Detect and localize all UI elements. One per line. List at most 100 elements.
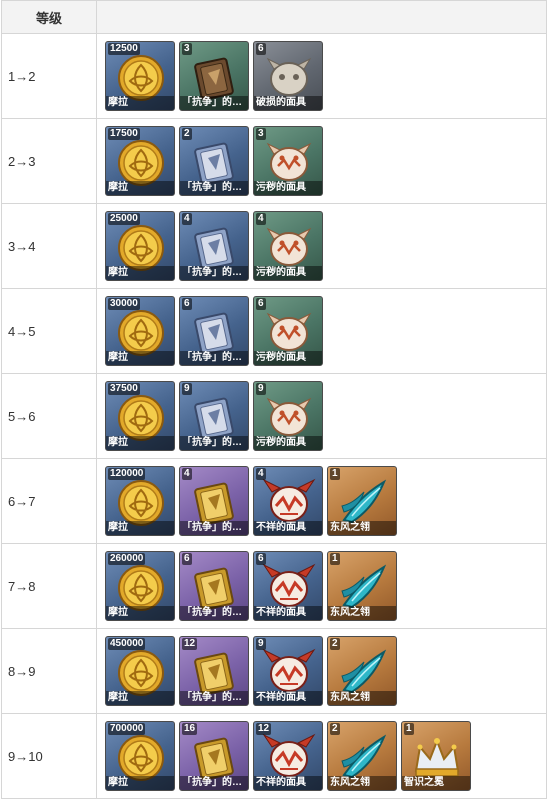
material-count: 260000	[108, 553, 146, 565]
material-card[interactable]: 2 「抗争」的…	[179, 126, 249, 196]
material-card[interactable]: 30000 摩拉	[105, 296, 175, 366]
table-body: 1→2 12500 摩拉 3 「抗争」的… 6 破损的面具 2→3 17500 摩拉 2 「抗争」的……	[1, 33, 547, 799]
material-name: 「抗争」的…	[180, 96, 248, 110]
material-count: 12	[256, 723, 272, 735]
table-header-row: 等级	[1, 0, 547, 34]
material-card[interactable]: 12500 摩拉	[105, 41, 175, 111]
material-card[interactable]: 260000 摩拉	[105, 551, 175, 621]
materials-cell: 17500 摩拉 2 「抗争」的… 3 污秽的面具	[96, 118, 547, 204]
material-card[interactable]: 4 污秽的面具	[253, 211, 323, 281]
material-card[interactable]: 17500 摩拉	[105, 126, 175, 196]
material-card[interactable]: 12 不祥的面具	[253, 721, 323, 791]
table-row: 4→5 30000 摩拉 6 「抗争」的… 6 污秽的面具	[1, 288, 547, 374]
material-count: 6	[182, 553, 192, 565]
material-name: 不祥的面具	[254, 521, 322, 535]
material-name: 摩拉	[106, 96, 174, 110]
material-card[interactable]: 700000 摩拉	[105, 721, 175, 791]
table-row: 1→2 12500 摩拉 3 「抗争」的… 6 破损的面具	[1, 33, 547, 119]
material-count: 9	[182, 383, 192, 395]
material-card[interactable]: 120000 摩拉	[105, 466, 175, 536]
material-card[interactable]: 2 东风之翎	[327, 636, 397, 706]
material-count: 1	[330, 553, 340, 565]
material-card[interactable]: 9 污秽的面具	[253, 381, 323, 451]
material-card[interactable]: 25000 摩拉	[105, 211, 175, 281]
materials-cell: 25000 摩拉 4 「抗争」的… 4 污秽的面具	[96, 203, 547, 289]
material-name: 污秽的面具	[254, 351, 322, 365]
material-name: 不祥的面具	[254, 691, 322, 705]
material-card[interactable]: 37500 摩拉	[105, 381, 175, 451]
table-row: 6→7 120000 摩拉 4 「抗争」的… 4 不祥的面具 1 东风之翎	[1, 458, 547, 544]
material-card[interactable]: 6 不祥的面具	[253, 551, 323, 621]
materials-cell: 450000 摩拉 12 「抗争」的… 9 不祥的面具 2 东风之翎	[96, 628, 547, 714]
material-count: 6	[256, 43, 266, 55]
level-cell: 6→7	[1, 458, 97, 544]
material-column-header	[96, 0, 547, 34]
level-cell: 9→10	[1, 713, 97, 799]
material-list: 450000 摩拉 12 「抗争」的… 9 不祥的面具 2 东风之翎	[105, 636, 546, 706]
material-count: 12	[182, 638, 198, 650]
material-card[interactable]: 6 破损的面具	[253, 41, 323, 111]
materials-cell: 700000 摩拉 16 「抗争」的… 12 不祥的面具 2 东风之翎 1 智识之冕	[96, 713, 547, 799]
material-card[interactable]: 6 「抗争」的…	[179, 296, 249, 366]
level-cell: 7→8	[1, 543, 97, 629]
material-card[interactable]: 4 「抗争」的…	[179, 466, 249, 536]
material-count: 3	[182, 43, 192, 55]
material-name: 摩拉	[106, 606, 174, 620]
material-card[interactable]: 1 智识之冕	[401, 721, 471, 791]
material-name: 东风之翎	[328, 606, 396, 620]
material-card[interactable]: 9 「抗争」的…	[179, 381, 249, 451]
material-list: 37500 摩拉 9 「抗争」的… 9 污秽的面具	[105, 381, 546, 451]
material-name: 「抗争」的…	[180, 521, 248, 535]
level-cell: 5→6	[1, 373, 97, 459]
material-card[interactable]: 4 不祥的面具	[253, 466, 323, 536]
material-count: 3	[256, 128, 266, 140]
talent-material-table: 等级 1→2 12500 摩拉 3 「抗争」的… 6 破损的面具 2→3 17500 摩拉 2 「抗争…	[1, 0, 547, 799]
level-cell: 2→3	[1, 118, 97, 204]
material-card[interactable]: 6 「抗争」的…	[179, 551, 249, 621]
table-row: 7→8 260000 摩拉 6 「抗争」的… 6 不祥的面具 1 东风之翎	[1, 543, 547, 629]
material-count: 25000	[108, 213, 140, 225]
material-list: 120000 摩拉 4 「抗争」的… 4 不祥的面具 1 东风之翎	[105, 466, 546, 536]
material-count: 6	[256, 553, 266, 565]
material-card[interactable]: 3 「抗争」的…	[179, 41, 249, 111]
material-name: 东风之翎	[328, 776, 396, 790]
material-count: 2	[330, 723, 340, 735]
material-card[interactable]: 1 东风之翎	[327, 466, 397, 536]
material-card[interactable]: 4 「抗争」的…	[179, 211, 249, 281]
level-cell: 4→5	[1, 288, 97, 374]
material-card[interactable]: 450000 摩拉	[105, 636, 175, 706]
material-count: 1	[330, 468, 340, 480]
level-cell: 3→4	[1, 203, 97, 289]
material-name: 「抗争」的…	[180, 436, 248, 450]
material-count: 6	[256, 298, 266, 310]
material-name: 「抗争」的…	[180, 606, 248, 620]
materials-cell: 30000 摩拉 6 「抗争」的… 6 污秽的面具	[96, 288, 547, 374]
material-name: 摩拉	[106, 181, 174, 195]
material-card[interactable]: 16 「抗争」的…	[179, 721, 249, 791]
material-list: 700000 摩拉 16 「抗争」的… 12 不祥的面具 2 东风之翎 1 智识之冕	[105, 721, 546, 791]
material-count: 450000	[108, 638, 146, 650]
material-count: 4	[256, 468, 266, 480]
material-name: 「抗争」的…	[180, 691, 248, 705]
level-cell: 8→9	[1, 628, 97, 714]
material-card[interactable]: 2 东风之翎	[327, 721, 397, 791]
material-name: 摩拉	[106, 691, 174, 705]
material-count: 30000	[108, 298, 140, 310]
table-row: 9→10 700000 摩拉 16 「抗争」的… 12 不祥的面具 2 东风之翎 1 智识之冕	[1, 713, 547, 799]
level-column-header: 等级	[1, 0, 97, 34]
material-card[interactable]: 1 东风之翎	[327, 551, 397, 621]
material-name: 智识之冕	[402, 776, 470, 790]
material-card[interactable]: 12 「抗争」的…	[179, 636, 249, 706]
material-card[interactable]: 6 污秽的面具	[253, 296, 323, 366]
material-name: 摩拉	[106, 351, 174, 365]
material-card[interactable]: 3 污秽的面具	[253, 126, 323, 196]
material-name: 摩拉	[106, 266, 174, 280]
material-count: 6	[182, 298, 192, 310]
material-card[interactable]: 9 不祥的面具	[253, 636, 323, 706]
material-count: 120000	[108, 468, 146, 480]
material-count: 17500	[108, 128, 140, 140]
material-count: 16	[182, 723, 198, 735]
material-list: 30000 摩拉 6 「抗争」的… 6 污秽的面具	[105, 296, 546, 366]
material-name: 「抗争」的…	[180, 351, 248, 365]
material-name: 摩拉	[106, 436, 174, 450]
